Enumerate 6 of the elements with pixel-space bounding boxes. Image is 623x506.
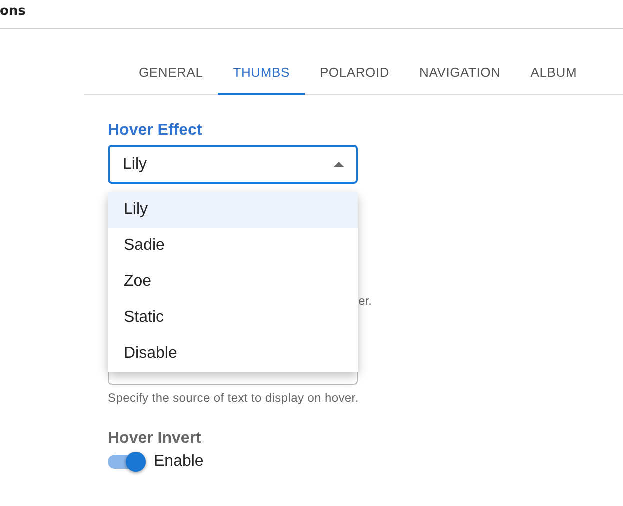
- page-title: ons: [0, 4, 26, 18]
- field-label: Hover Effect: [108, 122, 204, 140]
- field-label: Hover Invert: [108, 430, 202, 448]
- help-text: Specify the source of text to display on hover.: [108, 391, 358, 405]
- switch-label: Enable: [154, 453, 204, 471]
- help-text: er.: [358, 294, 372, 308]
